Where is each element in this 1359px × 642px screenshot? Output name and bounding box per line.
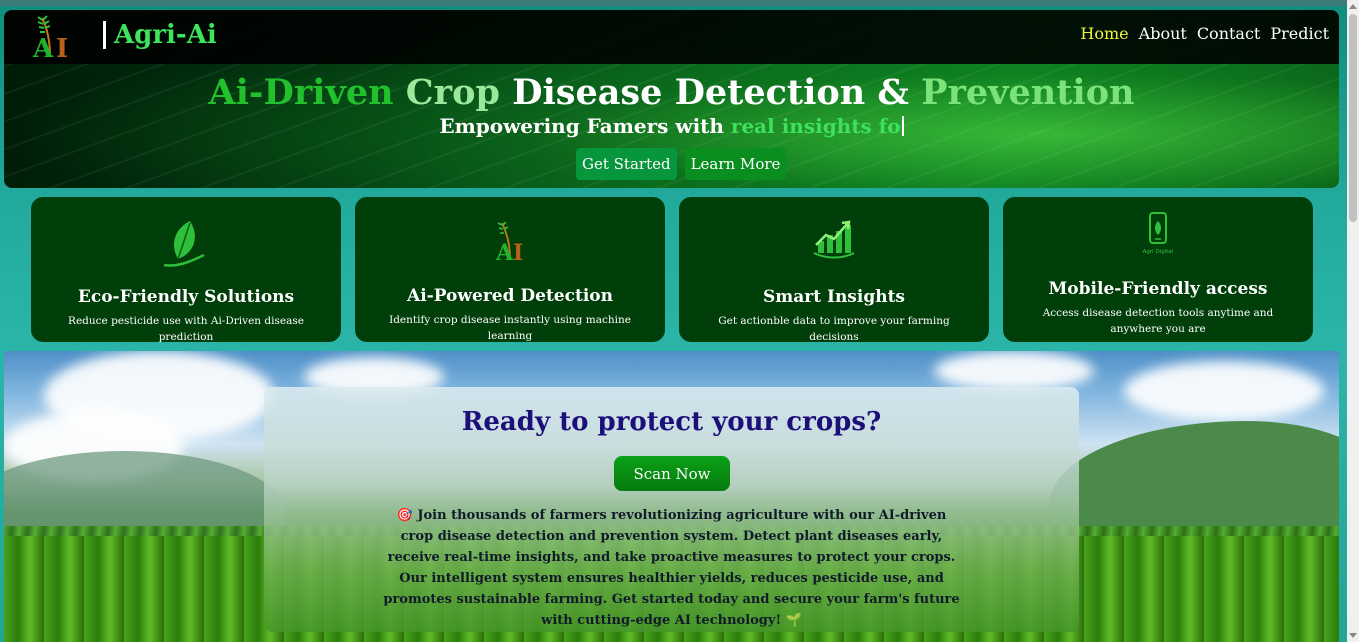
features-section: Eco-Friendly Solutions Reduce pesticide … [31, 197, 1313, 343]
wheat-ai-logo-icon[interactable]: A I [28, 12, 74, 60]
scrollbar[interactable] [1347, 0, 1359, 642]
ai-logo-icon: A I [495, 221, 523, 263]
cta-description: 🎯 Join thousands of farmers revolutioniz… [383, 508, 960, 628]
feature-title: Eco-Friendly Solutions [77, 287, 295, 307]
brand-divider [103, 21, 106, 49]
feature-title: Ai-Powered Detection [407, 286, 613, 306]
cta-title: Ready to protect your crops? [461, 407, 882, 437]
learn-more-button[interactable]: Learn More [684, 148, 787, 180]
feature-description: Get actionble data to improve your farmi… [718, 315, 950, 343]
top-border [0, 0, 1359, 6]
svg-text:I: I [513, 240, 523, 263]
feature-title: Smart Insights [762, 287, 906, 307]
feature-card-insights[interactable]: Smart Insights Get actionble data to imp… [679, 197, 989, 343]
feature-description: Reduce pesticide use with Ai-Driven dise… [68, 315, 304, 343]
feature-card-mobile[interactable]: Agri Digital Mobile-Friendly access Acce… [1003, 197, 1313, 342]
mobile-phone-icon: Agri Digital [1143, 212, 1174, 255]
scan-now-button[interactable]: Scan Now [614, 456, 730, 491]
feature-description: Identify crop disease instantly using ma… [389, 314, 631, 342]
nav-about[interactable]: About [1139, 24, 1187, 43]
nav-home[interactable]: Home [1080, 24, 1128, 43]
cloud-shape [1124, 361, 1324, 421]
leaf-icon [163, 221, 205, 267]
navbar: A I Agri-Ai Home About Contact Predict [4, 10, 1339, 64]
feature-description: Access disease detection tools anytime a… [1042, 307, 1274, 335]
nav-menu: Home About Contact Predict [1080, 24, 1329, 43]
hero-title-part: Ai-Driven [208, 72, 406, 113]
hero-title: Ai-Driven Crop Disease Detection & Preve… [4, 72, 1339, 113]
nav-contact[interactable]: Contact [1197, 24, 1261, 43]
scroll-up-arrow-icon[interactable] [1349, 4, 1357, 9]
hero-subtitle-green: real insights fo [730, 114, 901, 138]
scroll-down-arrow-icon[interactable] [1349, 633, 1357, 638]
scrollbar-thumb[interactable] [1349, 14, 1357, 222]
get-started-button[interactable]: Get Started [576, 148, 677, 180]
typing-caret [901, 116, 904, 136]
nav-predict[interactable]: Predict [1270, 24, 1329, 43]
hero-buttons: Get Started Learn More [576, 148, 787, 180]
feature-card-eco[interactable]: Eco-Friendly Solutions Reduce pesticide … [31, 197, 341, 343]
hero-title-part: Prevention [921, 72, 1135, 113]
svg-text:I: I [56, 34, 68, 60]
svg-text:A: A [495, 240, 514, 263]
cloud-shape [934, 351, 1094, 391]
crop-field-banner: Ready to protect your crops? Scan Now 🎯 … [4, 351, 1339, 642]
svg-text:A: A [32, 34, 54, 60]
hero-subtitle: Empowering Famers with real insights fo [4, 114, 1339, 138]
feature-card-ai[interactable]: A I Ai-Powered Detection Identify crop d… [355, 197, 665, 342]
hero-title-part: Crop [405, 72, 513, 113]
mobile-icon-caption: Agri Digital [1143, 249, 1174, 255]
growth-chart-icon [813, 220, 855, 259]
brand-name[interactable]: Agri-Ai [114, 20, 217, 50]
hero-title-part: Disease Detection & [512, 72, 922, 113]
feature-title: Mobile-Friendly access [1048, 279, 1268, 299]
cta-panel: Ready to protect your crops? Scan Now 🎯 … [264, 387, 1079, 632]
hero-section: A I Agri-Ai Home About Contact Predict A… [4, 10, 1339, 188]
hero-subtitle-white: Empowering Famers with [439, 114, 731, 138]
